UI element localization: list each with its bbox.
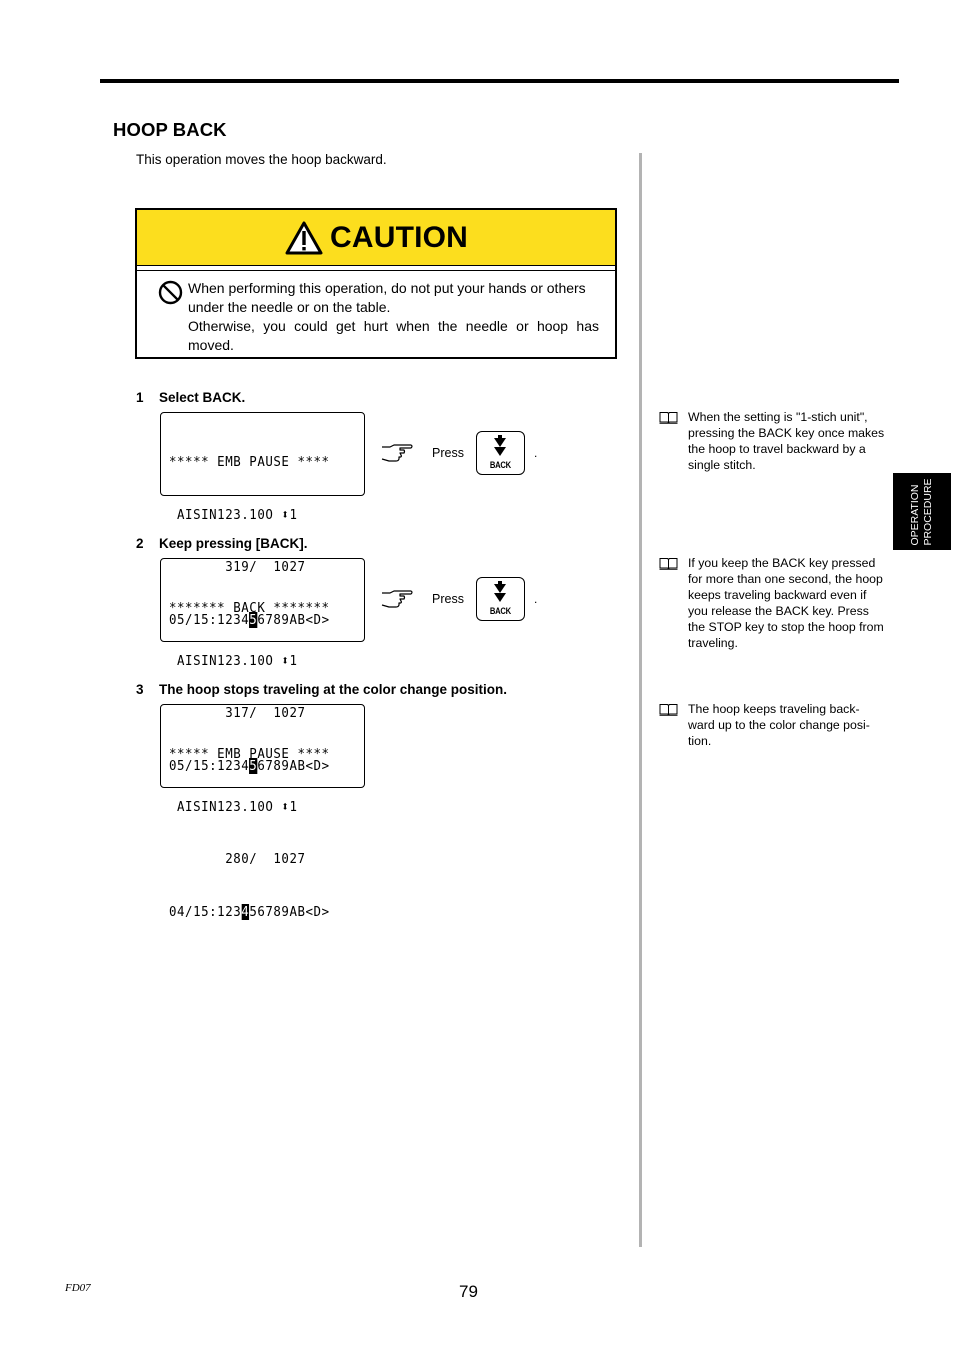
up-down-arrow-icon: ⬍ (281, 652, 290, 669)
lcd-line-2: AISIN123.10O ⬍1 (169, 507, 348, 525)
press-label: Press (432, 446, 464, 460)
chapter-tab-line-2: PROCEDURE (922, 477, 934, 546)
lcd-line-4: 04/15:123456789AB<D> (169, 904, 348, 922)
lcd-line-2: AISIN123.10O ⬍1 (169, 653, 348, 671)
chapter-tab-label: OPERATION PROCEDURE (909, 478, 935, 545)
note-1: When the setting is "1-stich unit", pres… (659, 409, 889, 473)
lcd-color-seq-rest: 56789AB<D> (249, 904, 330, 921)
trailing-period: . (533, 446, 538, 460)
caution-header: CAUTION (137, 210, 615, 266)
chapter-tab[interactable]: OPERATION PROCEDURE (893, 473, 951, 550)
book-icon (659, 704, 678, 716)
caution-text-2: Otherwise, you could get hurt when the n… (188, 318, 599, 353)
lcd-display-step-3: ***** EMB PAUSE **** AISIN123.10O ⬍1 280… (160, 704, 365, 921)
lcd-design-name: AISIN123.10O (169, 652, 282, 669)
press-label: Press (432, 592, 464, 606)
note-2: If you keep the BACK key pressed for mor… (659, 555, 889, 651)
step-3-heading: 3 The hoop stops traveling at the color c… (136, 682, 507, 697)
double-down-arrow-icon (494, 581, 507, 602)
step-number: 3 (136, 682, 144, 697)
back-key-label: BACK (489, 606, 511, 616)
lcd-line-2: AISIN123.10O ⬍1 (169, 799, 348, 817)
book-icon (659, 558, 678, 570)
lcd-line-3: 280/ 1027 (169, 851, 306, 868)
note-3: The hoop keeps traveling back-ward up to… (659, 701, 885, 749)
prohibition-icon (158, 280, 183, 305)
caution-text-1: When performing this operation, do not p… (188, 280, 586, 315)
warning-triangle-icon (285, 221, 323, 254)
lcd-display-step-2: ******* BACK ******* AISIN123.10O ⬍1 317… (160, 558, 365, 775)
caution-box: CAUTION When performing this operation, … (135, 208, 617, 359)
up-down-arrow-icon: ⬍ (281, 506, 290, 523)
lcd-needle-number: 1 (289, 798, 298, 815)
step-label: Keep pressing [BACK]. (159, 536, 308, 551)
double-down-arrow-icon (494, 435, 507, 456)
step-1-heading: 1 Select BACK. (136, 390, 245, 405)
lcd-design-name: AISIN123.10O (169, 798, 282, 815)
press-instruction-step-2: Press BACK . (380, 576, 537, 622)
section-intro: This operation moves the hoop backward. (136, 152, 387, 167)
lcd-design-name: AISIN123.10O (169, 506, 282, 523)
lcd-line-1: ***** EMB PAUSE **** (169, 454, 330, 470)
trailing-period: . (533, 592, 538, 606)
caution-title: CAUTION (329, 220, 469, 254)
step-number: 1 (136, 390, 144, 405)
lcd-needle-number: 1 (289, 652, 298, 669)
lcd-color-seq: 04/15:123 (169, 904, 242, 921)
pointing-hand-icon (381, 444, 413, 462)
step-label: The hoop stops traveling at the color ch… (159, 682, 508, 697)
chapter-tab-line-1: OPERATION (909, 483, 921, 546)
lcd-needle-number: 1 (289, 506, 298, 523)
lcd-line-1: ******* BACK ******* (169, 600, 330, 616)
press-instruction-step-1: Press BACK . (380, 430, 537, 476)
lcd-line-1: ***** EMB PAUSE **** (169, 746, 330, 762)
pointing-hand-icon (381, 590, 413, 608)
step-2-heading: 2 Keep pressing [BACK]. (136, 536, 308, 551)
lcd-display-step-1: ***** EMB PAUSE **** AISIN123.10O ⬍1 319… (160, 412, 365, 629)
document-code: FD07 (65, 1282, 91, 1294)
step-label: Select BACK. (159, 390, 246, 405)
caution-body: When performing this operation, do not p… (137, 271, 615, 355)
up-down-arrow-icon: ⬍ (281, 798, 290, 815)
back-key-button[interactable]: BACK (475, 431, 525, 475)
page-number: 79 (459, 1282, 478, 1301)
step-number: 2 (136, 536, 144, 551)
note-text: If you keep the BACK key pressed for mor… (688, 556, 884, 650)
back-key-label: BACK (489, 460, 511, 470)
note-text: When the setting is "1-stich unit", pres… (688, 410, 885, 472)
note-text: The hoop keeps traveling back-ward up to… (688, 702, 870, 748)
back-key-button[interactable]: BACK (475, 577, 525, 621)
column-divider (639, 153, 642, 1247)
header-rule (100, 79, 899, 83)
section-title: HOOP BACK (113, 119, 227, 140)
book-icon (659, 412, 678, 424)
